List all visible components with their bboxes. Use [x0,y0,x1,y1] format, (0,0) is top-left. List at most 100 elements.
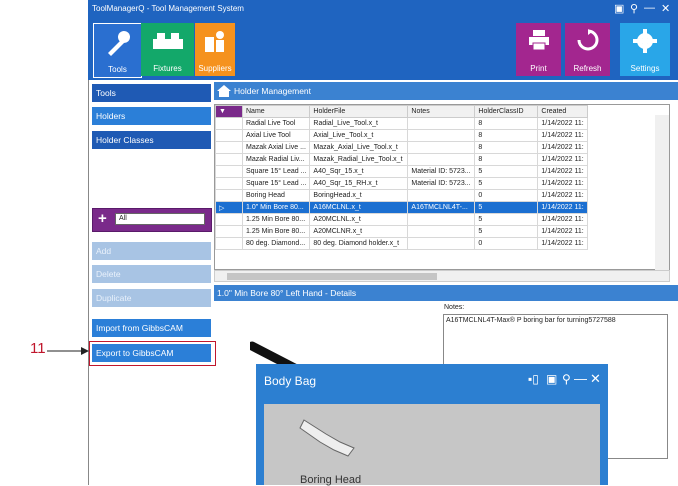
table-cell: 0 [474,237,539,250]
fixtures-icon [152,33,183,49]
callout-highlight [89,341,216,366]
row-selector[interactable] [215,213,243,226]
row-selector[interactable] [215,189,243,202]
holder-management-title: Holder Management [234,86,312,96]
table-cell: Square 15° Lead ... [241,165,311,178]
home-icon[interactable] [217,85,231,97]
body-bag-window: Body Bag ▪▯ ▣ ⚲ — ✕ Boring Head [256,364,608,486]
minimize-icon[interactable]: — [644,2,655,14]
add-button[interactable]: Add [92,242,211,260]
sidebar-item-holders[interactable]: Holders [92,107,211,125]
column-header[interactable]: Name [241,105,311,118]
sidebar-item-holder-classes[interactable]: Holder Classes [92,131,211,149]
window-title: ToolManagerQ - Tool Management System [92,4,244,13]
table-cell: 1/14/2022 11: [537,201,589,214]
settings-icon [633,29,657,53]
pin-icon[interactable]: ⚲ [562,372,571,386]
table-cell: 1.25 Min Bore 80... [241,213,311,226]
table-cell: 5 [474,201,539,214]
column-header[interactable]: HolderClassID [474,105,539,118]
minimize-icon[interactable]: — [574,371,587,386]
table-cell: 8 [474,117,539,130]
duplicate-button[interactable]: Duplicate [92,289,211,307]
restore-icon[interactable]: ▣ [614,2,624,15]
table-row[interactable]: ▷ 1.0" Min Bore 80... A16MCLNL.x_t A16TMCLN… [215,201,589,214]
tools-button[interactable]: Tools [93,23,142,78]
delete-button[interactable]: Delete [92,265,211,283]
details-title: 1.0" Min Bore 80° Left Hand - Details [217,288,357,298]
column-header[interactable]: Notes [407,105,476,118]
table-cell: Mazak_Axial_Live_Tool.x_t [309,141,409,154]
table-cell: 8 [474,129,539,142]
column-header[interactable]: Created [537,105,589,118]
table-cell: 1/14/2022 11: [537,213,589,226]
table-row[interactable]: Boring Head BoringHead.x_t 0 1/14/2022 11: [215,189,589,202]
row-selector[interactable] [215,153,243,166]
table-cell [407,237,476,250]
grid-vertical-scrollbar[interactable] [655,115,669,270]
table-cell: 1/14/2022 11: [537,153,589,166]
restore-icon[interactable]: ▣ [546,372,557,386]
table-row[interactable]: 80 deg. Diamond... 80 deg. Diamond holder… [215,237,589,250]
add-filter-icon[interactable]: + [98,210,107,227]
row-selector[interactable] [215,129,243,142]
class-filter-select[interactable]: All [115,213,205,225]
table-cell: A40_Sqr_15_RH.x_t [309,177,409,190]
row-selector[interactable] [215,165,243,178]
table-cell: 1/14/2022 11: [537,117,589,130]
table-cell [407,129,476,142]
import-gibbscam-button[interactable]: Import from GibbsCAM [92,319,211,337]
fixtures-button[interactable]: Fixtures [141,23,194,76]
filter-icon[interactable]: ▼ [215,105,243,118]
table-cell [407,153,476,166]
refresh-label: Refresh [573,64,602,73]
table-row[interactable]: 1.25 Min Bore 80... A20MCLNL.x_t 5 1/14/202… [215,213,589,226]
suppliers-label: Suppliers [198,64,232,73]
holder-thumbnail-icon[interactable] [296,412,366,462]
row-selector[interactable] [215,237,243,250]
sidebar-item-tools[interactable]: Tools [92,84,211,102]
close-icon[interactable]: ✕ [661,2,670,15]
close-icon[interactable]: ✕ [590,371,601,387]
row-selector[interactable] [215,117,243,130]
row-selector[interactable] [215,177,243,190]
class-filter: + All [92,208,212,232]
row-selector[interactable]: ▷ [215,201,243,214]
callout-arrow [47,347,89,355]
table-cell: 1.25 Min Bore 80... [241,225,311,238]
table-cell: Axial_Live_Tool.x_t [309,129,409,142]
print-label: Print [530,64,547,73]
pin-icon[interactable]: ⚲ [630,2,638,15]
suppliers-icon [205,31,224,52]
row-selector[interactable] [215,225,243,238]
table-row[interactable]: 1.25 Min Bore 80... A20MCLNR.x_t 5 1/14/202… [215,225,589,238]
row-selector[interactable] [215,141,243,154]
table-cell [407,117,476,130]
grid-horizontal-scrollbar[interactable] [214,270,670,282]
holders-grid: ▼ Name HolderFile Notes HolderClassID Created… [214,104,670,270]
table-cell: 1/14/2022 11: [537,165,589,178]
body-bag-content: Boring Head [264,404,600,486]
table-cell: BoringHead.x_t [309,189,409,202]
table-row[interactable]: Mazak Radial Liv... Mazak_Radial_Live_Too… [215,153,589,166]
table-row[interactable]: Radial Live Tool Radial_Live_Tool.x_t 8 1/1… [215,117,589,130]
table-row[interactable]: Square 15° Lead ... A40_Sqr_15.x_t Materia… [215,165,589,178]
table-cell: Material ID: 5723... [407,165,476,178]
settings-button[interactable]: Settings [620,23,670,76]
table-row[interactable]: Mazak Axial Live ... Mazak_Axial_Live_Too… [215,141,589,154]
column-header[interactable]: HolderFile [309,105,409,118]
table-cell: Square 15° Lead ... [241,177,311,190]
print-button[interactable]: Print [516,23,561,76]
table-cell: 1/14/2022 11: [537,225,589,238]
refresh-button[interactable]: Refresh [565,23,610,76]
table-cell: A20MCLNR.x_t [309,225,409,238]
suppliers-button[interactable]: Suppliers [195,23,235,76]
table-row[interactable]: Square 15° Lead ... A40_Sqr_15_RH.x_t Mate… [215,177,589,190]
table-cell: 5 [474,177,539,190]
table-row[interactable]: Axial Live Tool Axial_Live_Tool.x_t 8 1/14/… [215,129,589,142]
sidebar: Tools Holders Holder Classes + All Add D… [89,82,213,485]
table-cell: 1/14/2022 11: [537,237,589,250]
dock-icon[interactable]: ▪▯ [528,372,539,386]
table-cell: 1/14/2022 11: [537,141,589,154]
refresh-icon [577,29,598,51]
